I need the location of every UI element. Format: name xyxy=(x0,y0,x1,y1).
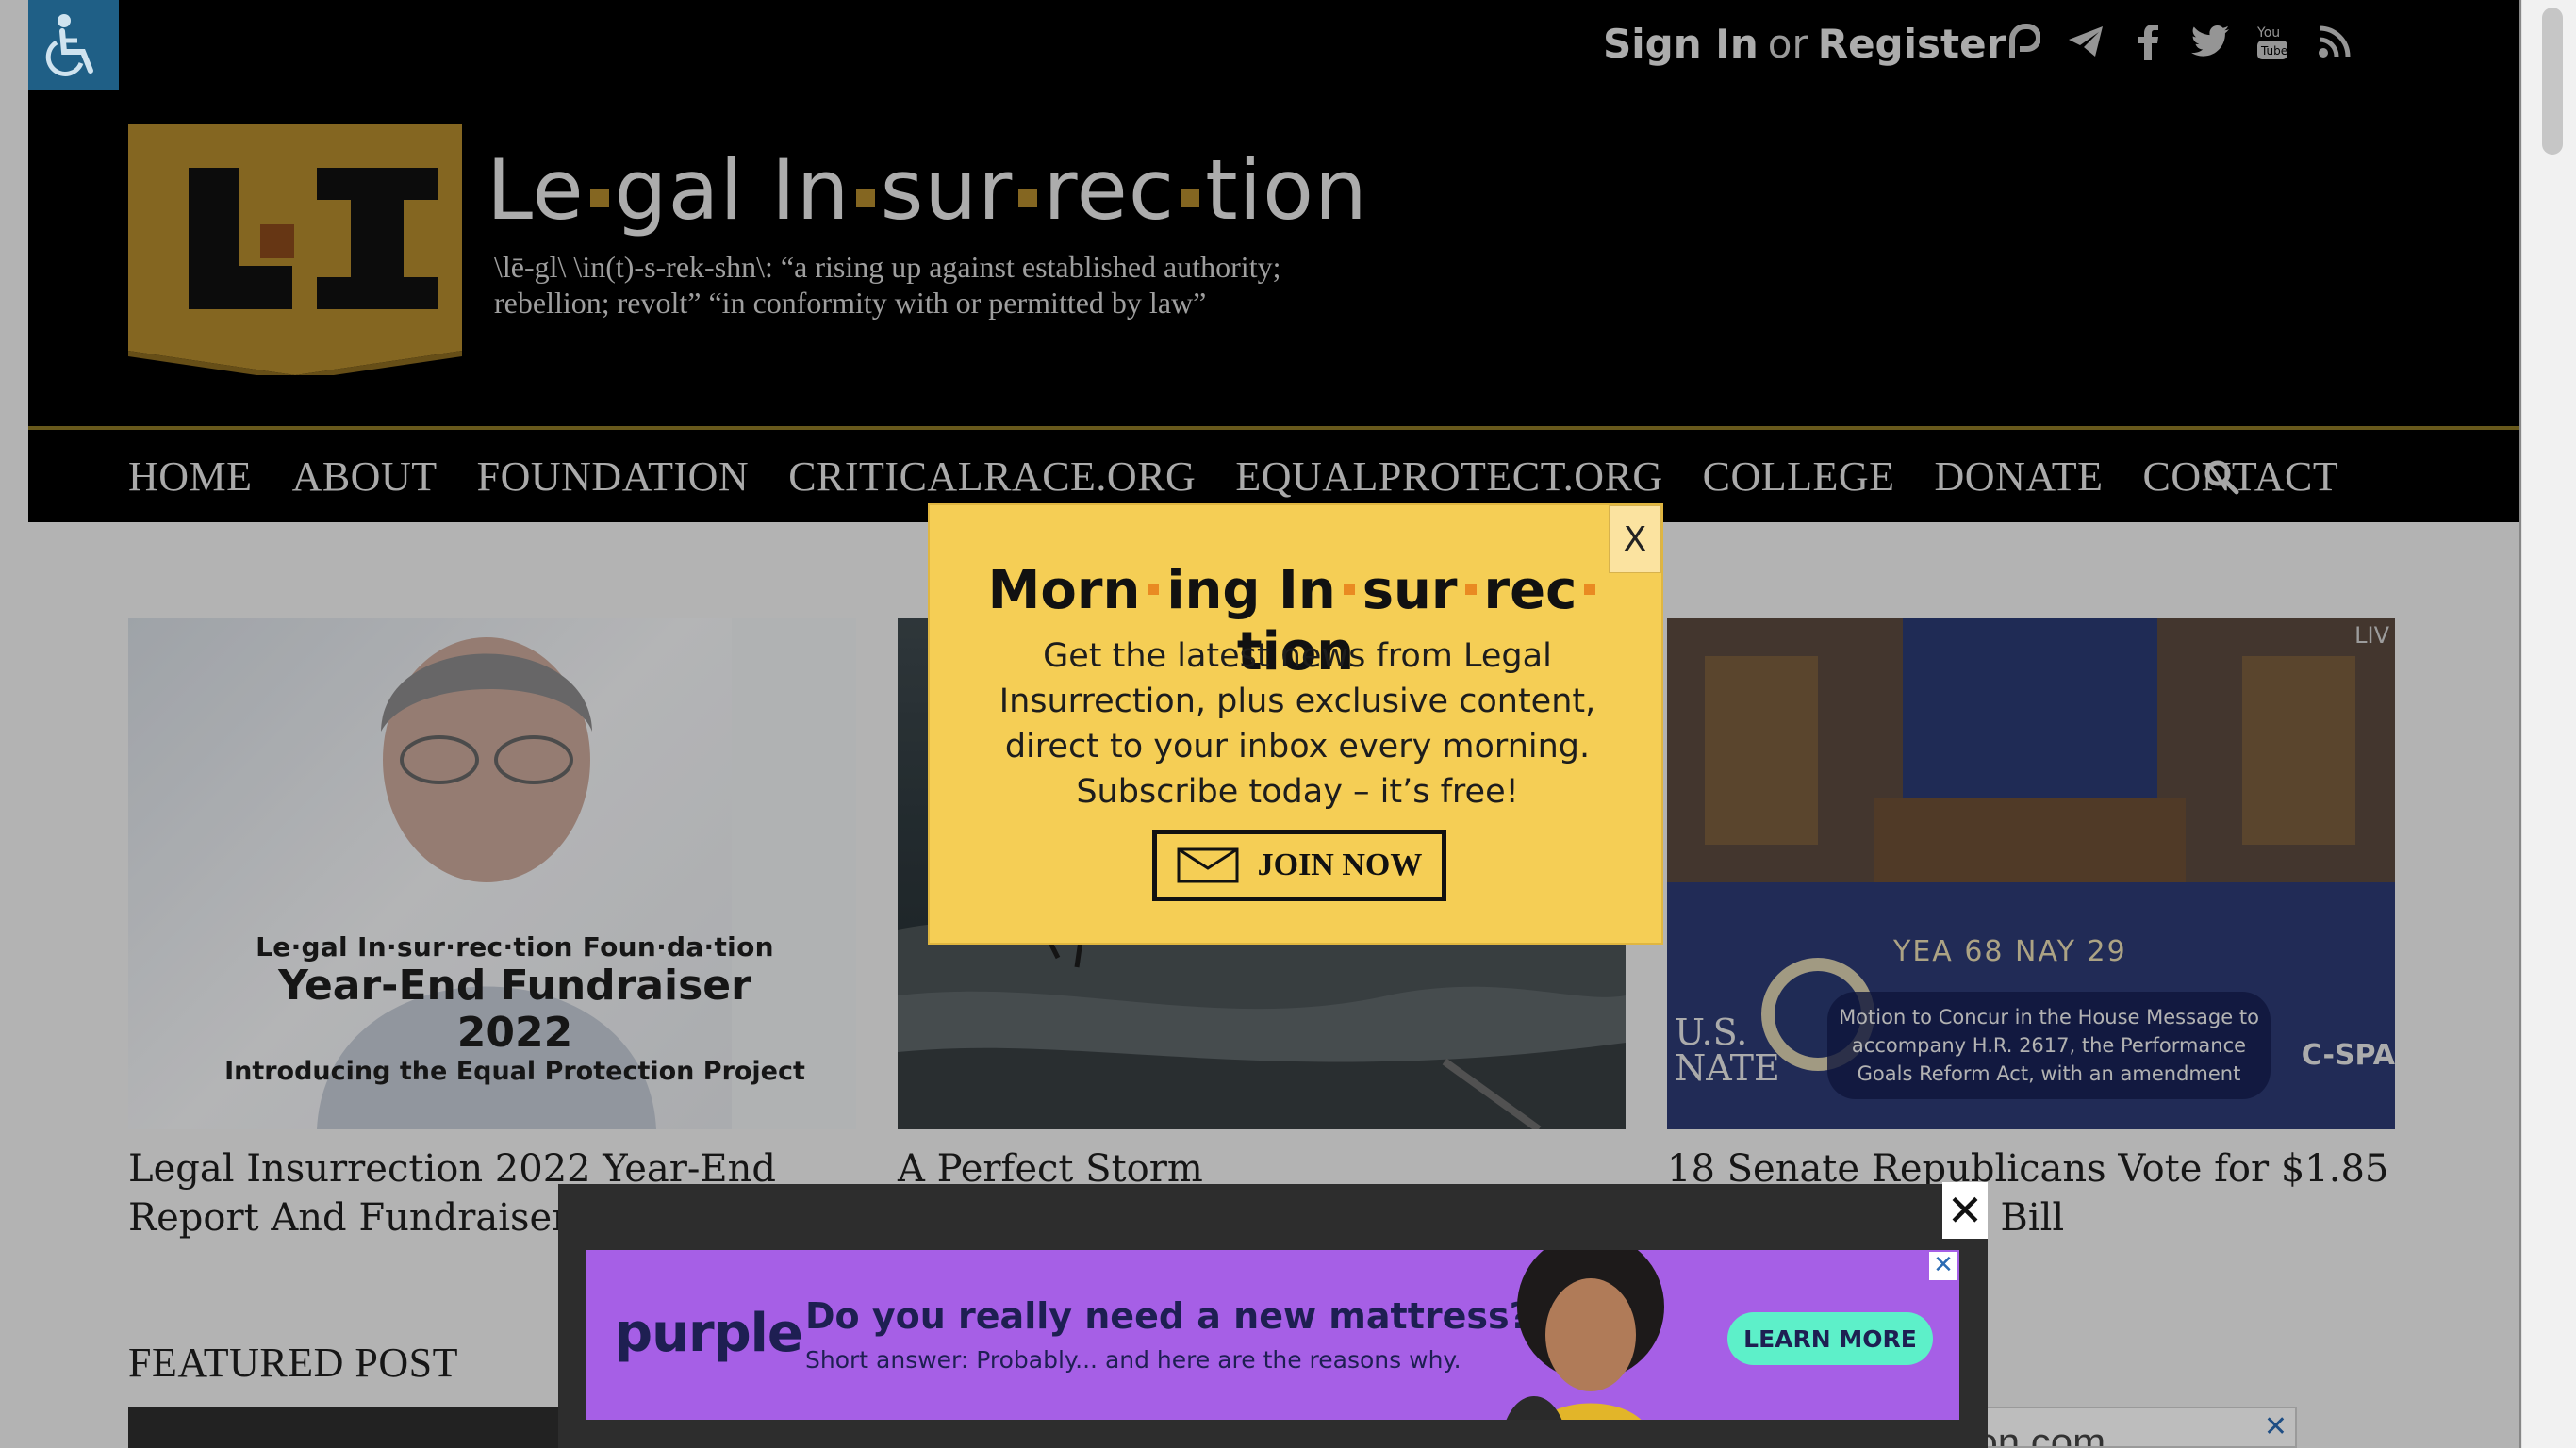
modal-body-text: Get the latest news from Legal Insurrect… xyxy=(999,637,1596,811)
ad-headline: Do you really need a new mattress? xyxy=(805,1295,1530,1337)
scrollbar[interactable] xyxy=(2521,0,2576,1448)
modal-title-part: Morn xyxy=(987,560,1141,621)
ad-subline: Short answer: Probably... and here are t… xyxy=(805,1346,1461,1374)
bottom-ad-container: ✕ purple Do you really need a new mattre… xyxy=(558,1182,1988,1448)
modal-title-part: sur xyxy=(1362,560,1458,621)
ad-close-button[interactable]: ✕ xyxy=(1942,1182,1988,1239)
newsletter-modal: X Morn ing In sur rection Get the latest ne… xyxy=(928,503,1663,945)
wheelchair-icon xyxy=(45,14,93,76)
syllable-dot xyxy=(1343,584,1355,595)
syllable-dot xyxy=(1148,584,1160,595)
ad-model-image xyxy=(1506,1250,1664,1420)
join-now-label: JOIN NOW xyxy=(1257,847,1423,882)
modal-title-part: ing In xyxy=(1166,560,1336,621)
join-now-button[interactable]: JOIN NOW xyxy=(1152,830,1446,901)
envelope-icon xyxy=(1177,847,1239,883)
ad-choices-close-icon[interactable]: ✕ xyxy=(1929,1252,1957,1280)
scrollbar-thumb[interactable] xyxy=(2542,8,2563,155)
ad-brand-logo: purple xyxy=(615,1303,803,1364)
learn-more-button[interactable]: LEARN MORE xyxy=(1727,1312,1933,1365)
syllable-dot xyxy=(1464,584,1477,595)
accessibility-button[interactable] xyxy=(28,0,119,90)
syllable-dot xyxy=(1584,584,1596,595)
purple-ad-banner[interactable]: purple Do you really need a new mattress… xyxy=(586,1250,1959,1420)
modal-title-part: rec xyxy=(1483,560,1577,621)
